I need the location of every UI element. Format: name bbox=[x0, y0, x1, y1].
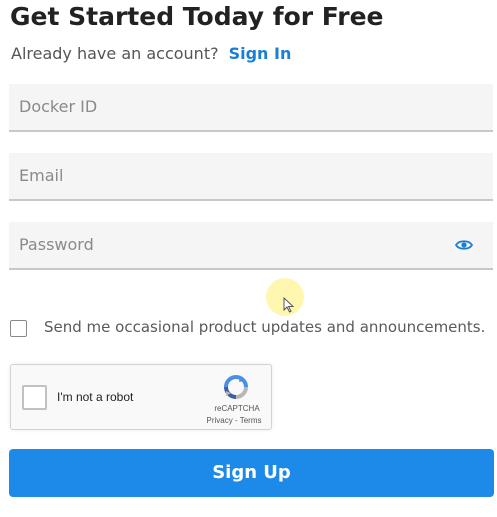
email-placeholder: Email bbox=[19, 166, 64, 185]
page-title: Get Started Today for Free bbox=[10, 2, 384, 31]
email-field[interactable]: Email bbox=[9, 153, 493, 201]
updates-checkbox[interactable] bbox=[10, 320, 27, 337]
mouse-cursor-icon bbox=[283, 297, 295, 313]
recaptcha-widget: I'm not a robot reCAPTCHA Privacy - Term… bbox=[10, 364, 272, 430]
signin-prompt: Already have an account? Sign In bbox=[11, 44, 291, 63]
signin-prompt-text: Already have an account? bbox=[11, 44, 219, 63]
eye-icon[interactable] bbox=[455, 238, 473, 252]
recaptcha-terms-link[interactable]: Privacy - Terms bbox=[199, 416, 269, 425]
recaptcha-brand: reCAPTCHA bbox=[214, 404, 260, 413]
recaptcha-logo-icon bbox=[224, 375, 248, 399]
recaptcha-checkbox[interactable] bbox=[22, 385, 47, 410]
sign-in-link[interactable]: Sign In bbox=[229, 44, 292, 63]
sign-up-button[interactable]: Sign Up bbox=[9, 449, 494, 497]
updates-checkbox-label: Send me occasional product updates and a… bbox=[44, 318, 486, 336]
docker-id-field[interactable]: Docker ID bbox=[9, 84, 493, 132]
docker-id-placeholder: Docker ID bbox=[19, 97, 98, 116]
recaptcha-label: I'm not a robot bbox=[57, 390, 134, 404]
password-field[interactable]: Password bbox=[9, 222, 493, 270]
password-placeholder: Password bbox=[19, 235, 94, 254]
